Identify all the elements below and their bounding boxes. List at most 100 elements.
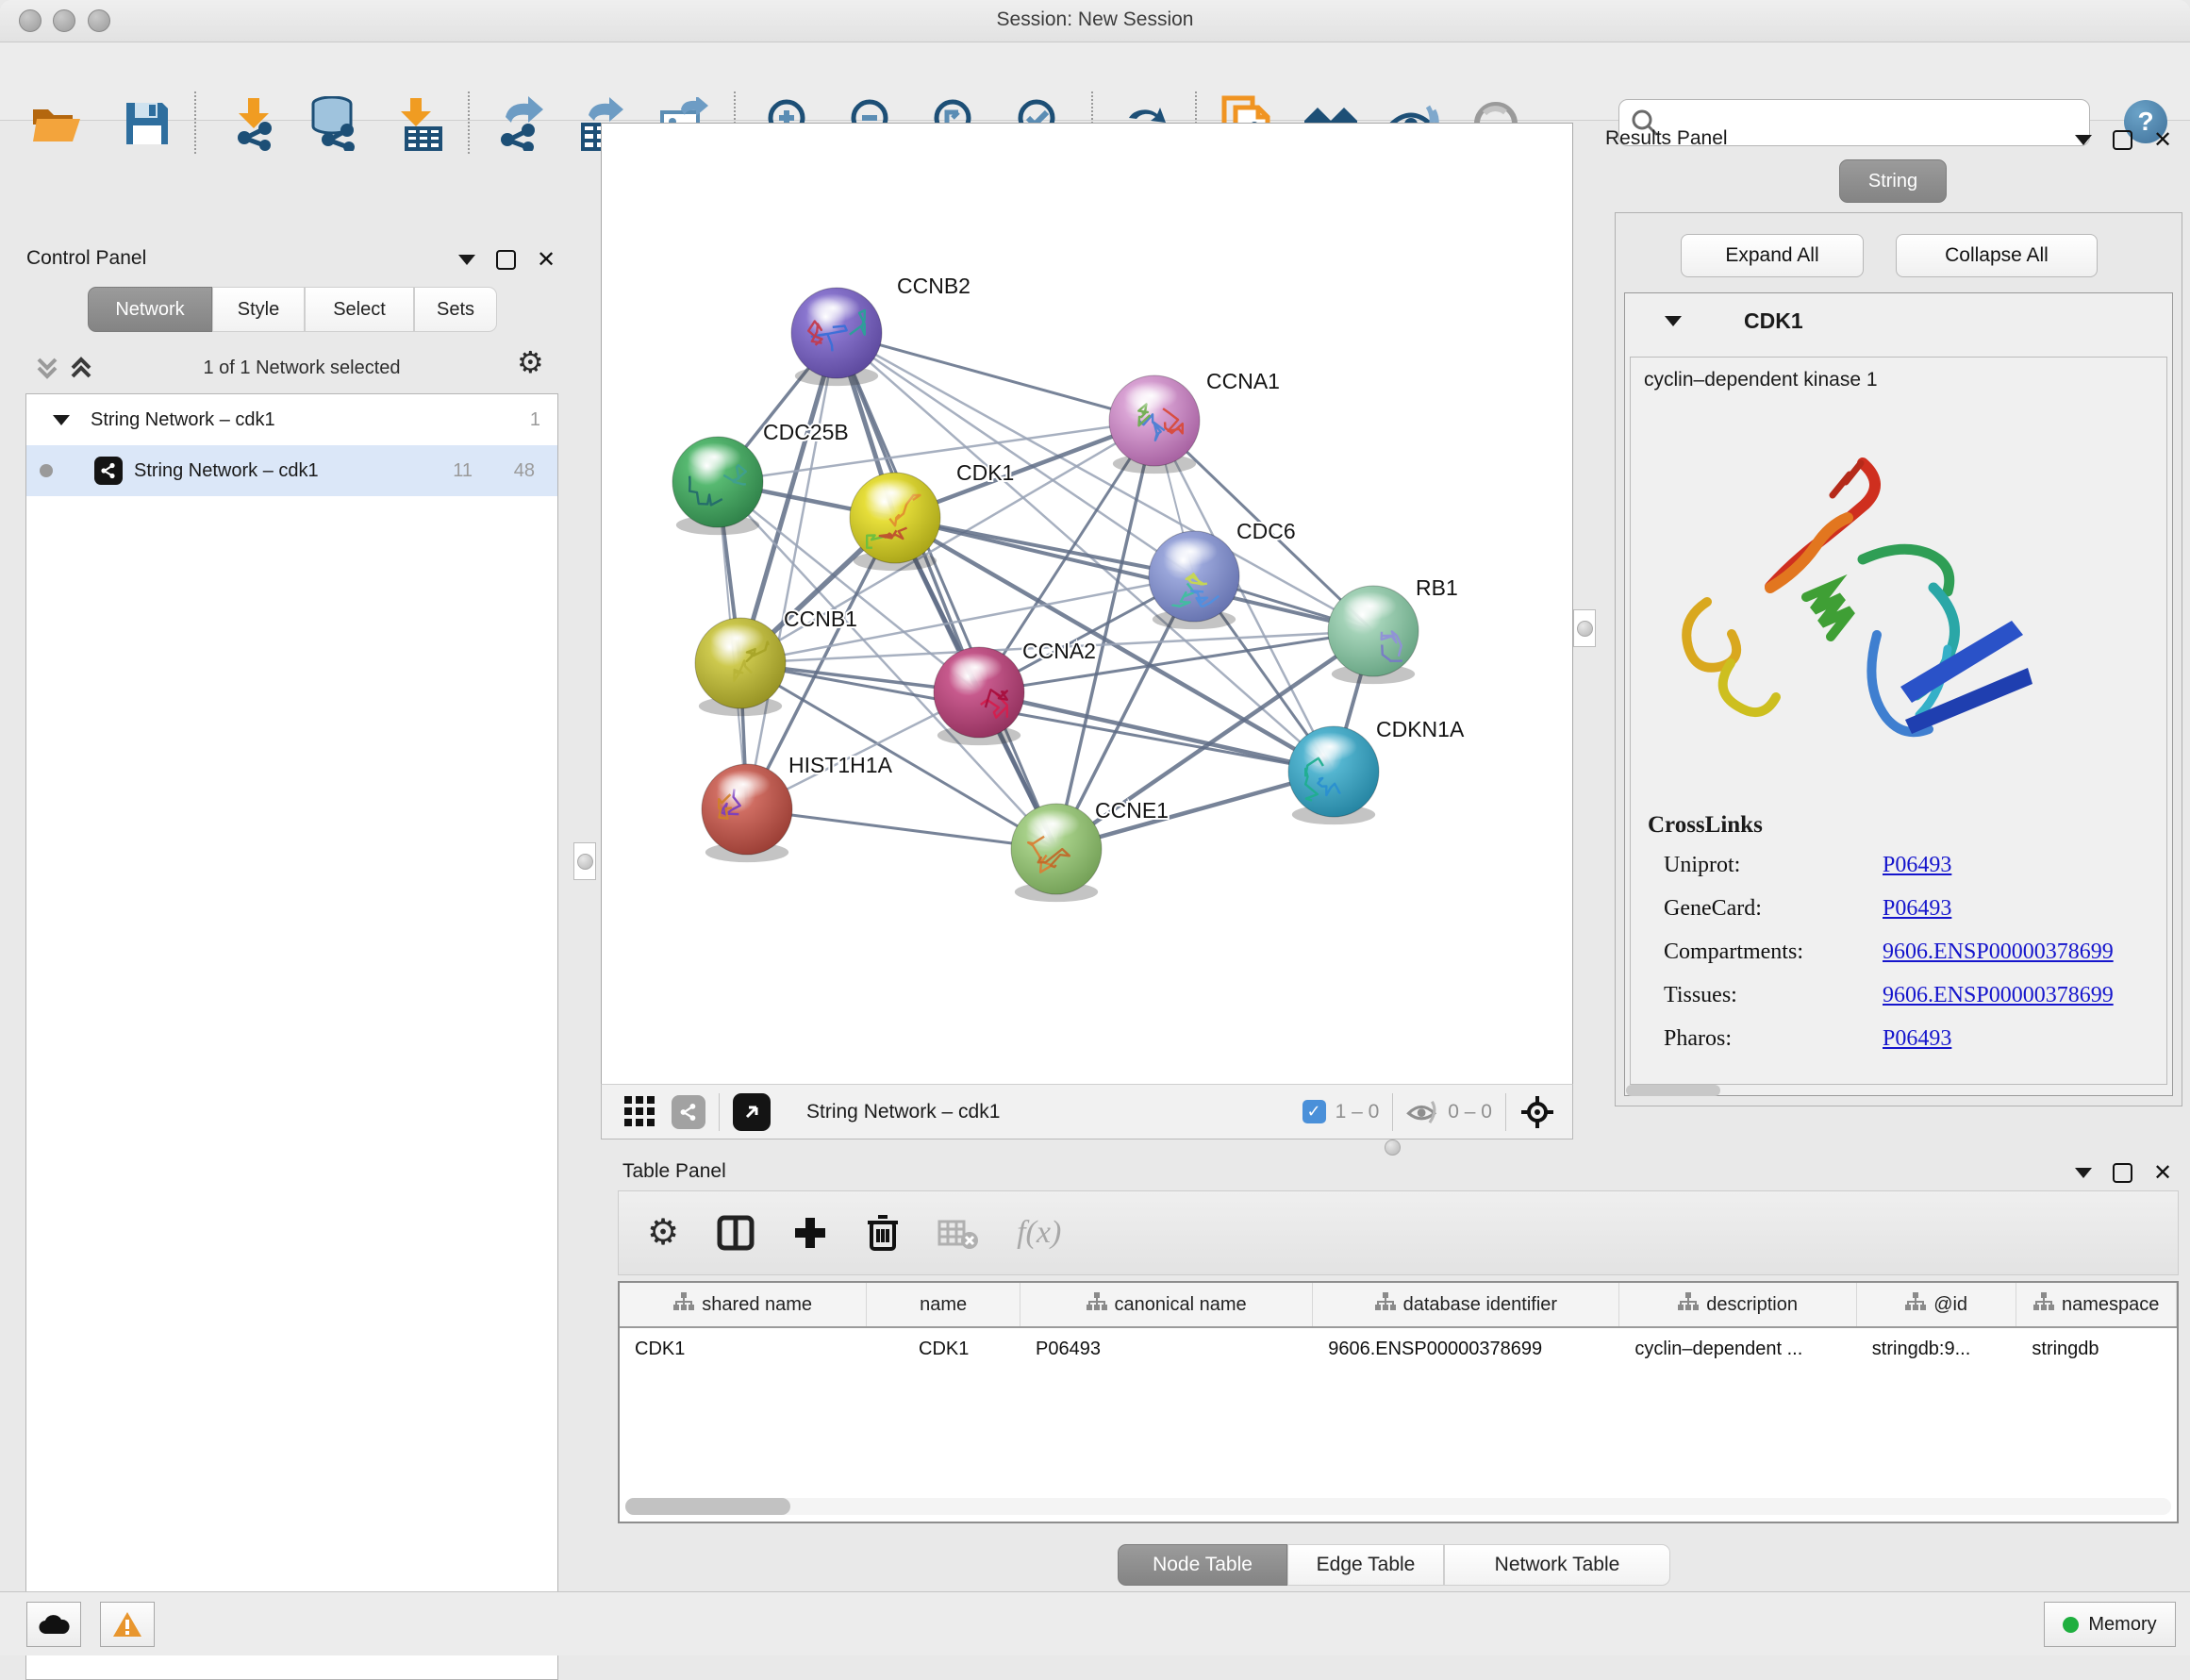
string-view-icon[interactable] (672, 1095, 705, 1129)
collection-expand-icon[interactable] (53, 415, 70, 425)
column-header-@id[interactable]: @id (1857, 1283, 2017, 1326)
node-CCNB1[interactable]: CCNB1 (695, 607, 857, 716)
node-CCNA2[interactable]: CCNA2 (934, 639, 1096, 745)
crosslink-row: Tissues:9606.ENSP00000378699 (1631, 973, 2166, 1017)
node-CCNB2[interactable]: CCNB2 (791, 274, 971, 386)
control-panel-close-icon[interactable]: ✕ (537, 252, 556, 268)
hidden-eye-icon[interactable] (1406, 1098, 1440, 1126)
node-CDC6[interactable]: CDC6 (1149, 519, 1296, 629)
shared-column-icon (673, 1292, 694, 1317)
column-header-canonical-name[interactable]: canonical name (1020, 1283, 1313, 1326)
node-CCNE1[interactable]: CCNE1 (1011, 798, 1169, 902)
table-panel-menu-icon[interactable] (2075, 1168, 2092, 1178)
warning-icon (112, 1611, 142, 1638)
node-RB1[interactable]: RB1 (1328, 575, 1458, 684)
column-header-description[interactable]: description (1619, 1283, 1856, 1326)
delete-table-icon (937, 1216, 979, 1250)
table-cell-database-identifier[interactable]: 9606.ENSP00000378699 (1313, 1328, 1619, 1370)
table-cell-shared-name[interactable]: CDK1 (620, 1328, 867, 1370)
expand-all-button[interactable]: Expand All (1681, 234, 1864, 277)
table-row[interactable]: CDK1CDK1P064939606.ENSP00000378699cyclin… (620, 1328, 2177, 1370)
title-bar: Session: New Session (0, 0, 2190, 42)
birds-eye-view-icon[interactable] (733, 1093, 771, 1131)
crosslink-value-link[interactable]: P06493 (1883, 896, 1951, 922)
network-collection-row[interactable]: String Network – cdk1 1 (26, 394, 557, 445)
column-header-label: @id (1933, 1294, 1967, 1316)
show-columns-icon[interactable] (717, 1214, 755, 1252)
control-panel-menu-icon[interactable] (458, 255, 475, 265)
cloud-icon (38, 1613, 70, 1636)
crosslink-row: Uniprot:P06493 (1631, 843, 2166, 887)
node-HIST1H1A[interactable]: HIST1H1A (702, 753, 893, 862)
column-header-name[interactable]: name (867, 1283, 1020, 1326)
column-header-database-identifier[interactable]: database identifier (1313, 1283, 1619, 1326)
tab-sets[interactable]: Sets (414, 287, 497, 332)
cloud-button[interactable] (26, 1602, 81, 1647)
table-hscrollbar-track[interactable] (625, 1498, 2171, 1515)
gene-header-row[interactable]: CDK1 (1625, 293, 2172, 348)
node-label-CCNB2: CCNB2 (897, 274, 971, 298)
expand-all-icon[interactable] (68, 354, 94, 387)
edge-CCNB2-HIST1H1A[interactable] (747, 333, 837, 809)
table-cell-namespace[interactable]: stringdb (2016, 1328, 2177, 1370)
shared-column-icon (1375, 1292, 1396, 1317)
status-bar (0, 1591, 2190, 1655)
crosslink-value-link[interactable]: 9606.ENSP00000378699 (1883, 983, 2114, 1008)
crosslink-value-link[interactable]: P06493 (1883, 853, 1951, 878)
create-column-plus-icon[interactable] (792, 1215, 828, 1251)
collapse-all-icon[interactable] (34, 354, 60, 387)
tab-edge-table[interactable]: Edge Table (1287, 1544, 1444, 1586)
crosslinks-list: Uniprot:P06493GeneCard:P06493Compartment… (1631, 843, 2166, 1060)
gene-details-box: cyclin–dependent kinase 1 CrossLinks Uni… (1630, 357, 2167, 1085)
table-toolbar: ⚙ f(x) (618, 1190, 2179, 1275)
tab-select[interactable]: Select (305, 287, 414, 332)
crosslink-row: GeneCard:P06493 (1631, 887, 2166, 930)
tab-network[interactable]: Network (88, 287, 212, 332)
crosslink-value-link[interactable]: 9606.ENSP00000378699 (1883, 940, 2114, 965)
results-panel-menu-icon[interactable] (2075, 135, 2092, 145)
delete-column-trash-icon[interactable] (866, 1213, 900, 1253)
edge-CCNA2-CDKN1A[interactable] (979, 692, 1334, 772)
table-cell-canonical-name[interactable]: P06493 (1020, 1328, 1313, 1370)
table-hscrollbar-thumb[interactable] (625, 1498, 790, 1515)
node-CDKN1A[interactable]: CDKN1A (1288, 717, 1465, 824)
collection-count: 1 (530, 409, 540, 431)
table-cell-description[interactable]: cyclin–dependent ... (1619, 1328, 1856, 1370)
column-header-label: namespace (2062, 1294, 2159, 1316)
node-label-CDC6: CDC6 (1236, 519, 1296, 543)
edge-HIST1H1A-CCNE1[interactable] (747, 809, 1056, 849)
network-options-gear-icon[interactable]: ⚙ (517, 348, 544, 376)
table-cell-@id[interactable]: stringdb:9... (1857, 1328, 2017, 1370)
results-panel-close-icon[interactable]: ✕ (2153, 132, 2172, 148)
collapse-all-button[interactable]: Collapse All (1896, 234, 2098, 277)
column-header-shared-name[interactable]: shared name (620, 1283, 867, 1326)
column-header-namespace[interactable]: namespace (2016, 1283, 2177, 1326)
warnings-button[interactable] (100, 1602, 155, 1647)
results-tab-string[interactable]: String (1839, 159, 1947, 203)
memory-button-label: Memory (2088, 1614, 2156, 1636)
results-hscrollbar[interactable] (1626, 1085, 1720, 1096)
selected-checkbox-icon[interactable]: ✓ (1302, 1100, 1326, 1123)
network-row-selected[interactable]: String Network – cdk1 11 48 (26, 445, 557, 496)
table-panel-close-icon[interactable]: ✕ (2153, 1165, 2172, 1181)
edge-CCNA1-CCNE1[interactable] (1056, 421, 1154, 849)
network-view-canvas[interactable]: CCNB2CCNA1CDC25BCDK1CDC6RB1CCNB1CCNA2CDK… (601, 123, 1573, 1085)
tab-node-table[interactable]: Node Table (1118, 1544, 1287, 1586)
control-panel-float-icon[interactable] (496, 250, 516, 270)
table-panel-float-icon[interactable] (2113, 1163, 2132, 1183)
fit-content-crosshair-icon[interactable] (1519, 1094, 1555, 1130)
tab-network-table[interactable]: Network Table (1444, 1544, 1670, 1586)
results-panel-float-icon[interactable] (2113, 130, 2132, 150)
left-splitter-handle[interactable] (573, 842, 596, 880)
edge-CCNB2-CCNA1[interactable] (837, 333, 1154, 421)
crosslink-value-link[interactable]: P06493 (1883, 1026, 1951, 1052)
right-splitter-handle[interactable] (1573, 609, 1596, 647)
tab-style[interactable]: Style (212, 287, 305, 332)
table-options-gear-icon[interactable]: ⚙ (647, 1219, 679, 1247)
memory-button[interactable]: Memory (2044, 1602, 2176, 1647)
main-toolbar: ? (0, 42, 2190, 121)
table-cell-name[interactable]: CDK1 (867, 1328, 1020, 1370)
grid-view-icon[interactable] (624, 1096, 656, 1128)
gene-collapse-icon[interactable] (1665, 316, 1682, 326)
shared-column-icon (2033, 1292, 2054, 1317)
